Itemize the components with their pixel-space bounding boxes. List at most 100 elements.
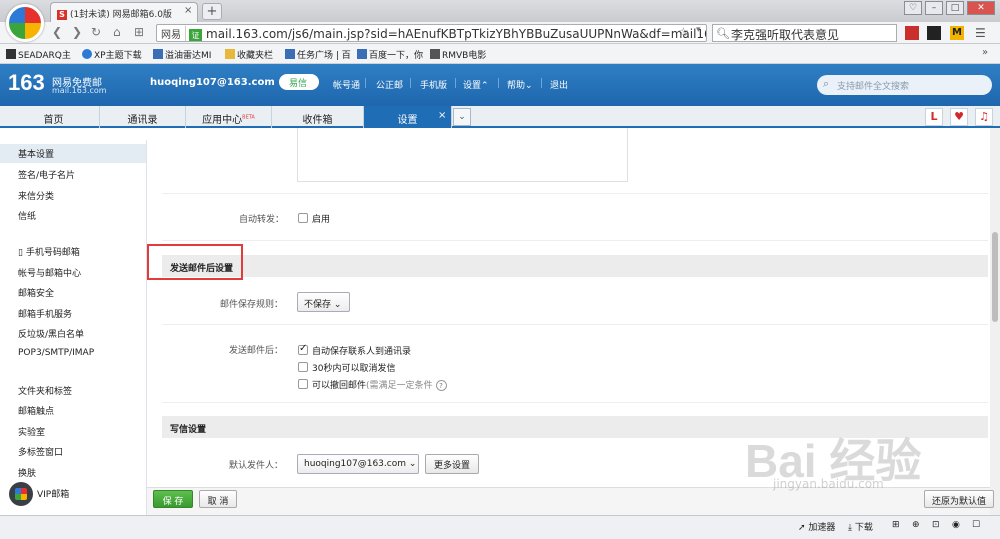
auto-save-contacts-checkbox[interactable]: [298, 343, 308, 355]
sidebar-item-filter[interactable]: 来信分类: [18, 189, 54, 202]
sidebar-item-basic[interactable]: 基本设置: [0, 144, 146, 163]
address-dropdown-icon[interactable]: ▾: [696, 25, 701, 35]
after-send-label: 发送邮件后：: [229, 346, 284, 356]
sidebar-item-account-center[interactable]: 帐号与邮箱中心: [18, 266, 81, 279]
account-name[interactable]: huoqing107@163.com: [150, 77, 275, 88]
cancel-send-option[interactable]: 30秒内可以取消发信: [312, 361, 395, 374]
grid-icon[interactable]: ⊞: [134, 25, 144, 39]
browser-search-input[interactable]: 李克强听取代表意见: [712, 24, 897, 42]
maximize-icon[interactable]: □: [946, 1, 964, 15]
auto-save-contacts-option[interactable]: 自动保存联系人到通讯录: [312, 344, 411, 357]
tab-close-icon[interactable]: ×: [184, 5, 192, 16]
link-account[interactable]: 帐号通: [333, 78, 360, 91]
minimize-icon[interactable]: –: [925, 1, 943, 15]
skin-icon[interactable]: ♡: [904, 1, 922, 15]
cancel-send-checkbox[interactable]: [298, 362, 308, 372]
app-launcher-button[interactable]: [9, 482, 33, 506]
tab-favicon-icon: S: [57, 10, 67, 20]
sidebar-item-multitab[interactable]: 多标签窗口: [18, 445, 63, 458]
sidebar-item-lab[interactable]: 实验室: [18, 425, 45, 438]
cancel-button[interactable]: 取 消: [199, 490, 237, 508]
status-tool-icon[interactable]: ◉: [952, 520, 960, 530]
default-sender-select[interactable]: huoqing107@163.com ⌄: [297, 454, 419, 474]
music-app-icon[interactable]: ♫: [975, 108, 993, 126]
sidebar-item-security[interactable]: 邮箱安全: [18, 286, 54, 299]
forward-icon[interactable]: ❯: [72, 25, 82, 39]
bookmark-item[interactable]: 收藏夹栏: [225, 48, 273, 61]
recall-mail-checkbox[interactable]: [298, 379, 308, 389]
bookmark-more-icon[interactable]: »: [982, 47, 988, 58]
accelerator-item[interactable]: ➚ 加速器: [798, 520, 835, 533]
mail-search-input[interactable]: 支持邮件全文搜索: [817, 75, 992, 95]
auto-forward-checkbox[interactable]: [298, 213, 308, 223]
link-help[interactable]: 帮助⌄: [507, 78, 533, 91]
mail-search-icon: ⌕: [823, 77, 830, 90]
save-rule-select[interactable]: 不保存 ⌄: [297, 292, 350, 312]
restore-defaults-button[interactable]: 还原为默认值: [924, 490, 994, 508]
auto-forward-option[interactable]: 启用: [312, 212, 330, 225]
header-divider: [498, 78, 499, 88]
tab-dropdown-button[interactable]: ⌄: [453, 108, 471, 126]
refresh-icon[interactable]: ↻: [91, 25, 101, 39]
action-bar: [147, 487, 990, 515]
status-tool-icon[interactable]: ☐: [972, 520, 980, 530]
yixin-button[interactable]: 易信: [279, 74, 319, 90]
sidebar-item-pop3[interactable]: POP3/SMTP/IMAP: [18, 348, 94, 358]
sidebar-item-stationery[interactable]: 信纸: [18, 209, 36, 222]
sidebar-item-contacts-points[interactable]: 邮箱触点: [18, 404, 54, 417]
link-settings[interactable]: 设置⌃: [463, 78, 489, 91]
save-button[interactable]: 保 存: [153, 490, 193, 508]
help-icon[interactable]: ?: [435, 380, 447, 391]
tab-contacts[interactable]: 通讯录: [100, 106, 186, 128]
mail-logo-number[interactable]: 163: [8, 70, 45, 96]
status-tool-icon[interactable]: ⊞: [892, 520, 900, 530]
tab-app-center[interactable]: 应用中心BETA: [186, 106, 272, 128]
bookmark-item[interactable]: SEADARQ主: [6, 48, 71, 61]
link-fair-mail[interactable]: 公正邮: [376, 78, 403, 91]
status-tool-icon[interactable]: ⊡: [932, 520, 940, 530]
recall-mail-option[interactable]: 可以撤回邮件(需满足一定条件?: [312, 378, 447, 391]
sidebar-item-folders[interactable]: 文件夹和标签: [18, 384, 72, 397]
tab-home[interactable]: 首页: [8, 106, 100, 128]
link-mobile[interactable]: 手机版: [420, 78, 447, 91]
l-app-icon[interactable]: L: [925, 108, 943, 126]
ext-m-icon[interactable]: M: [950, 26, 964, 40]
bookmark-item[interactable]: RMVB电影: [430, 48, 486, 61]
more-settings-button[interactable]: 更多设置: [425, 454, 479, 474]
sidebar-item-skin[interactable]: 换肤: [18, 466, 36, 479]
bookmark-item[interactable]: XP主题下载: [82, 48, 142, 61]
browser-tab[interactable]: S (1封未读) 网易邮箱6.0版: [50, 2, 198, 22]
sidebar-item-antispam[interactable]: 反垃圾/黑白名单: [18, 327, 84, 340]
tab-inbox[interactable]: 收件箱: [272, 106, 364, 128]
address-bar[interactable]: 网易证 mail.163.com/js6/main.jsp?sid=hAEnufK…: [156, 24, 707, 42]
back-icon[interactable]: ❮: [52, 25, 62, 39]
bookmark-icon: [285, 49, 295, 59]
tab-settings-close-icon[interactable]: ×: [438, 110, 446, 121]
link-logout[interactable]: 退出: [550, 78, 568, 91]
sidebar-item-vip[interactable]: VIP邮箱: [37, 487, 69, 500]
ext-red-icon[interactable]: [905, 26, 919, 40]
header-divider: [365, 78, 366, 88]
scrollbar-thumb[interactable]: [992, 232, 998, 322]
search-icon: 🔍︎: [716, 27, 730, 40]
menu-icon[interactable]: ☰: [975, 26, 986, 40]
chevron-down-icon: ⌄: [408, 459, 417, 469]
bookmark-item[interactable]: 任务广场 | 百: [285, 48, 351, 61]
sidebar-item-phone-mail[interactable]: ▯ 手机号码邮箱: [18, 245, 80, 258]
home-icon[interactable]: ⌂: [113, 25, 121, 39]
bookmark-item[interactable]: 百度一下，你: [357, 48, 423, 61]
new-tab-button[interactable]: +: [202, 3, 222, 20]
close-window-icon[interactable]: ✕: [967, 1, 995, 15]
heart-app-icon[interactable]: ♥: [950, 108, 968, 126]
bookmark-item[interactable]: 溢油雷达MI: [153, 48, 211, 61]
ext-dark-icon[interactable]: [927, 26, 941, 40]
star-icon[interactable]: ☆: [678, 25, 689, 39]
sidebar-item-mobile-service[interactable]: 邮箱手机服务: [18, 307, 72, 320]
sidebar-item-signature[interactable]: 签名/电子名片: [18, 168, 75, 181]
bookmark-icon: [6, 49, 16, 59]
divider: [162, 324, 988, 325]
divider: [162, 193, 988, 194]
download-item[interactable]: ⤓ 下载: [848, 520, 873, 533]
browser-logo-icon[interactable]: [6, 4, 44, 42]
status-tool-icon[interactable]: ⊕: [912, 520, 920, 530]
